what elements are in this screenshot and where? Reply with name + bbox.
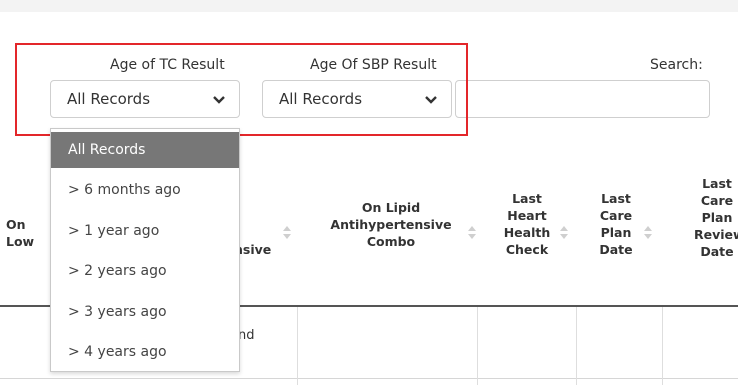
- header-lhhc-line2: Heart: [507, 208, 547, 223]
- sort-both-icon[interactable]: [560, 226, 568, 240]
- header-on-low-line1: On: [6, 217, 26, 232]
- page-top-band: [0, 0, 738, 12]
- sort-both-icon[interactable]: [644, 226, 652, 240]
- header-on-low[interactable]: On Low: [6, 216, 46, 250]
- header-lhhc-line1: Last: [512, 191, 542, 206]
- header-on-lipid-line2: Antihypertensive: [330, 217, 452, 232]
- sort-both-icon[interactable]: [283, 226, 291, 240]
- column-divider: [477, 307, 478, 385]
- header-on-low-line2: Low: [6, 234, 35, 249]
- dropdown-option-all-records[interactable]: All Records: [51, 132, 239, 168]
- dropdown-option-1-year[interactable]: > 1 year ago: [51, 213, 239, 249]
- sort-both-icon[interactable]: [468, 226, 476, 240]
- dropdown-option-3-years[interactable]: > 3 years ago: [51, 294, 239, 330]
- tc-age-dropdown-list: All Records > 6 months ago > 1 year ago …: [50, 128, 240, 372]
- filter-highlight-box: [15, 43, 468, 136]
- header-lcprd-line1: Last: [702, 176, 732, 191]
- header-lhhc-line4: Check: [505, 242, 549, 257]
- header-lcprd-line2: Care: [700, 193, 734, 208]
- header-lcprd-line4: Review: [694, 227, 738, 242]
- column-divider: [576, 307, 577, 385]
- header-lcprd-line3: Plan: [701, 210, 733, 225]
- header-lcpd-line4: Date: [599, 242, 633, 257]
- header-lcprd-line5: Date: [700, 244, 734, 259]
- header-lhhc-line3: Health: [503, 225, 551, 240]
- table-cell-text: nd: [238, 328, 255, 343]
- header-antihypertensive[interactable]: nsive: [234, 241, 284, 258]
- column-divider: [297, 307, 298, 385]
- row-border: [0, 378, 738, 379]
- header-on-lipid-line1: On Lipid: [361, 200, 421, 215]
- header-lcpd-line3: Plan: [600, 225, 632, 240]
- header-lcpd-line2: Care: [599, 208, 633, 223]
- column-divider: [662, 307, 663, 385]
- search-input[interactable]: [455, 80, 710, 118]
- header-on-lipid-combo[interactable]: On Lipid Antihypertensive Combo: [318, 199, 464, 250]
- search-label: Search:: [650, 57, 703, 73]
- header-last-care-plan-date[interactable]: Last Care Plan Date: [594, 190, 638, 258]
- dropdown-option-6-months[interactable]: > 6 months ago: [51, 172, 239, 208]
- header-last-heart-health-check[interactable]: Last Heart Health Check: [500, 190, 554, 258]
- header-last-care-plan-review-date[interactable]: Last Care Plan Review Date: [694, 175, 738, 260]
- dropdown-option-4-years[interactable]: > 4 years ago: [51, 334, 239, 370]
- header-on-lipid-line3: Combo: [366, 234, 416, 249]
- dropdown-option-2-years[interactable]: > 2 years ago: [51, 253, 239, 289]
- header-lcpd-line1: Last: [601, 191, 631, 206]
